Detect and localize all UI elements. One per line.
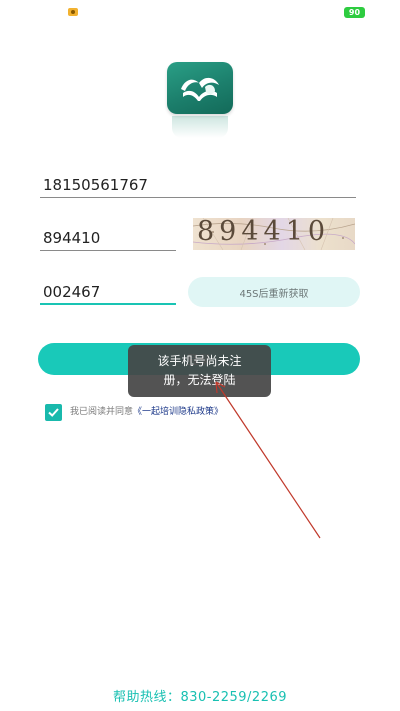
status-bar: 90 <box>0 0 400 24</box>
agreement-checkbox[interactable] <box>45 404 62 421</box>
captcha-input[interactable]: 894410 <box>43 229 100 247</box>
privacy-policy-link[interactable]: 《一起培训隐私政策》 <box>133 407 223 417</box>
phone-input-underline <box>40 197 356 198</box>
logo-reflection <box>172 116 228 138</box>
sms-code-input[interactable]: 002467 <box>43 283 100 301</box>
captcha-image[interactable]: 894410 <box>193 218 355 250</box>
agreement-row: 我已阅读并同意《一起培训隐私政策》 <box>70 405 223 419</box>
help-hotline[interactable]: 帮助热线：830-2259/2269 <box>0 686 400 705</box>
notification-icon <box>68 8 78 16</box>
error-toast: 该手机号尚未注 册，无法登陆 <box>128 345 271 397</box>
sms-code-underline <box>40 303 176 305</box>
toast-line-1: 该手机号尚未注 <box>157 354 242 368</box>
resend-code-button[interactable]: 45S后重新获取 <box>188 277 360 307</box>
agreement-text: 我已阅读并同意 <box>70 407 134 417</box>
open-book-icon <box>167 62 233 114</box>
app-logo <box>167 62 233 114</box>
phone-input[interactable]: 18150561767 <box>43 176 148 194</box>
battery-indicator: 90 <box>344 7 365 18</box>
captcha-input-underline <box>40 250 176 251</box>
captcha-code: 894410 <box>197 218 331 247</box>
toast-line-2: 册，无法登陆 <box>163 373 236 387</box>
checkmark-icon <box>48 408 59 417</box>
